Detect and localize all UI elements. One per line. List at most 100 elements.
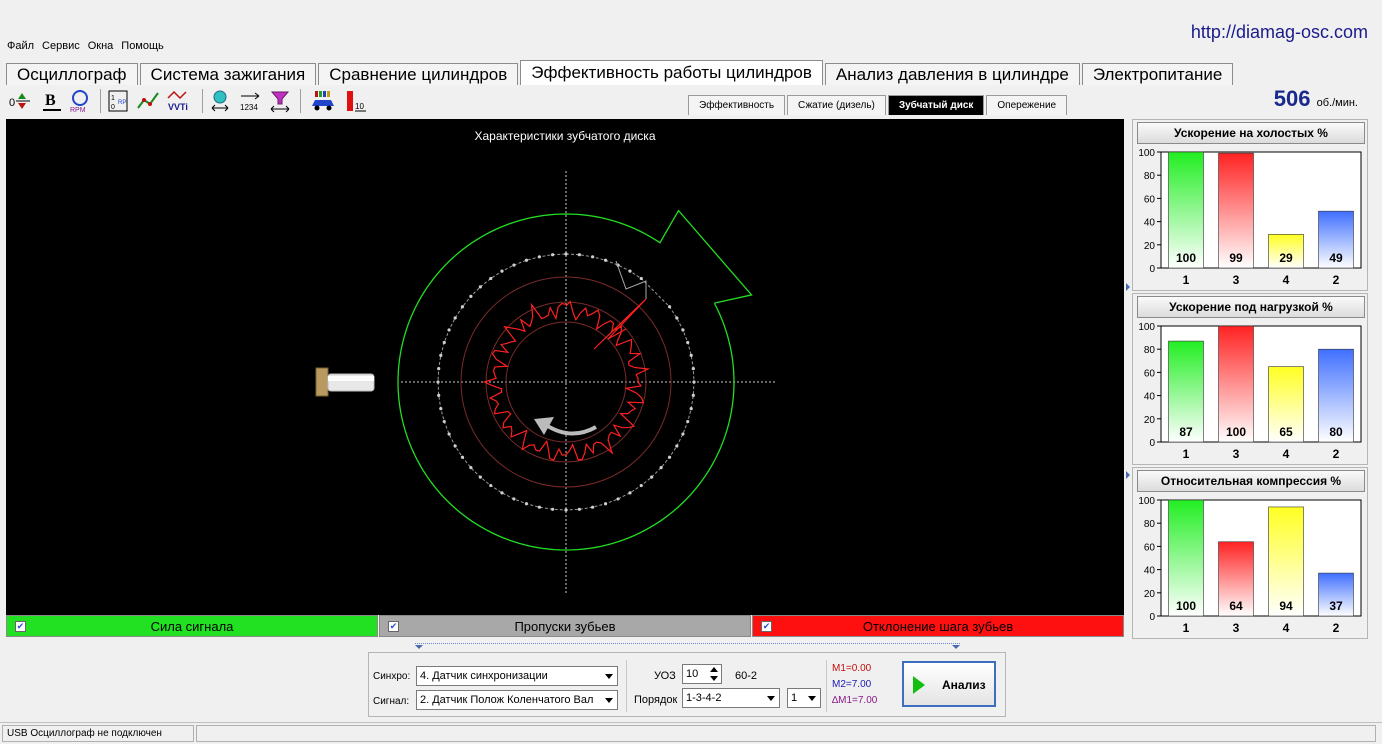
m1-value: M1=0.00: [832, 663, 872, 674]
rpm-icon[interactable]: RPM: [68, 88, 92, 114]
firing-order-select[interactable]: 1-3-4-2: [682, 688, 780, 708]
numbering-icon[interactable]: 1234: [238, 88, 262, 114]
tab-pressure-analysis[interactable]: Анализ давления в цилиндре: [824, 63, 1080, 85]
bar-value-label: 64: [1229, 599, 1243, 613]
legend-signal-strength[interactable]: ✔ Сила сигнала: [6, 615, 378, 637]
firing-order-value: 1-3-4-2: [686, 692, 722, 704]
splitter-arrow-icon[interactable]: [1126, 468, 1130, 480]
menu-windows[interactable]: Окна: [87, 40, 115, 52]
bar-chart: 0 20 40 60 80 100 100 1 64 3 94 4 37 2: [1138, 496, 1362, 635]
signal-select[interactable]: 2. Датчик Полож Коленчатого Вал: [416, 690, 618, 710]
vvti-icon[interactable]: VVTi: [166, 88, 190, 114]
sync-select[interactable]: 4. Датчик синхронизации: [416, 666, 618, 686]
bar-value-label: 100: [1226, 425, 1246, 439]
chevron-down-icon[interactable]: [605, 698, 613, 703]
y-tick-label: 60: [1144, 194, 1156, 205]
chevron-down-icon[interactable]: [605, 674, 613, 679]
menu-service[interactable]: Сервис: [41, 40, 81, 52]
sensor-icon[interactable]: [208, 88, 232, 114]
tooth-point: [437, 367, 441, 371]
tooth-point: [591, 255, 595, 259]
tooth-point: [639, 483, 643, 488]
order-index-select[interactable]: 1: [787, 688, 821, 708]
tooth-disk-plot: [315, 171, 776, 594]
x-category-label: 1: [1183, 273, 1190, 287]
spin-arrows-icon[interactable]: [709, 665, 719, 683]
tab-oscilloscope[interactable]: Осциллограф: [6, 63, 138, 85]
tooth-point: [591, 505, 595, 509]
tooth-point: [442, 340, 446, 345]
svg-text:RPM: RPM: [70, 107, 86, 114]
tooth-point: [469, 466, 473, 470]
order-index-value: 1: [791, 692, 798, 704]
order-label: Порядок: [634, 694, 678, 706]
splitter-handle[interactable]: [415, 643, 960, 649]
tooth-point: [436, 380, 440, 384]
line-graph-icon[interactable]: [136, 88, 160, 114]
checkbox-icon[interactable]: ✔: [15, 621, 26, 632]
tooth-point: [628, 491, 632, 495]
tab-cylinder-efficiency[interactable]: Эффективность работы цилиндров: [520, 60, 823, 85]
legend-tooth-pitch-deviation[interactable]: ✔ Отклонение шага зубьев: [752, 615, 1124, 637]
subtab-compression-diesel[interactable]: Сжатие (дизель): [787, 95, 886, 115]
chart-title: Ускорение на холостых %: [1137, 122, 1365, 144]
tooth-point: [650, 475, 654, 479]
menu-help[interactable]: Помощь: [120, 40, 165, 52]
svg-text:1: 1: [111, 95, 115, 102]
bold-b-icon[interactable]: B: [40, 88, 64, 114]
tab-cylinder-compare[interactable]: Сравнение цилиндров: [318, 63, 519, 85]
tooth-point: [551, 253, 555, 257]
tooth-point: [628, 269, 632, 273]
filter-icon[interactable]: [268, 88, 292, 114]
zero-offset-icon[interactable]: 0: [8, 88, 32, 114]
rpm-readout: 506 об./мин.: [1274, 86, 1358, 112]
tooth-point: [524, 258, 529, 262]
tooth-point: [437, 393, 441, 397]
tooth-point: [675, 444, 679, 448]
subtab-tooth-disk[interactable]: Зубчатый диск: [887, 95, 985, 115]
tooth-point: [512, 263, 516, 267]
x-category-label: 4: [1283, 621, 1290, 635]
status-text: USB Осциллограф не подключен: [2, 725, 194, 742]
tooth-point: [577, 253, 581, 257]
sync-label: Синхро:: [373, 671, 411, 682]
tooth-point: [500, 491, 504, 495]
legend-missing-teeth-label: Пропуски зубьев: [514, 619, 616, 634]
menu-bar: Файл Сервис Окна Помощь: [6, 40, 165, 52]
rpm-table-icon[interactable]: 1 0 RP: [106, 88, 130, 114]
bar-value-label: 87: [1179, 425, 1193, 439]
subtab-efficiency[interactable]: Эффективность: [688, 95, 786, 115]
tooth-point: [681, 432, 685, 436]
tab-power-supply[interactable]: Электропитание: [1081, 63, 1234, 85]
bar-value-label: 49: [1329, 251, 1343, 265]
car-icon[interactable]: [310, 88, 334, 114]
signal-strength-trace: [397, 209, 753, 551]
bar-value-label: 94: [1279, 599, 1293, 613]
tooth-point: [460, 305, 465, 309]
tooth-point: [537, 505, 541, 509]
site-url[interactable]: http://diamag-osc.com: [1191, 22, 1368, 43]
tab-ignition[interactable]: Система зажигания: [139, 63, 317, 85]
sub-tabs: Эффективность Сжатие (дизель) Зубчатый д…: [688, 95, 1069, 115]
chevron-down-icon[interactable]: [808, 696, 816, 701]
tooth-point: [603, 502, 608, 506]
analyze-button[interactable]: Анализ: [902, 661, 996, 707]
tooth-point: [500, 269, 504, 273]
tooth-point: [659, 466, 663, 470]
tooth-disk-scope: Характеристики зубчатого диска: [6, 119, 1124, 615]
rpm-value: 506: [1273, 86, 1311, 111]
bar-10-icon[interactable]: 10: [344, 88, 368, 114]
subtab-advance[interactable]: Опережение: [986, 95, 1068, 115]
tooth-point: [675, 316, 679, 320]
checkbox-icon[interactable]: ✔: [388, 621, 399, 632]
legend-missing-teeth[interactable]: ✔ Пропуски зубьев: [379, 615, 751, 637]
uoz-value: 10: [686, 668, 699, 680]
uoz-stepper[interactable]: 10: [682, 664, 722, 684]
chevron-down-icon[interactable]: [767, 696, 775, 701]
checkbox-icon[interactable]: ✔: [761, 621, 772, 632]
splitter-arrow-icon[interactable]: [1126, 280, 1130, 292]
toolbar: 0 B RPM 1 0 RP VVTi 1234 10: [6, 85, 376, 117]
menu-file[interactable]: Файл: [6, 40, 35, 52]
sensor-bolt-icon: [315, 367, 375, 397]
bar-value-label: 99: [1229, 251, 1243, 265]
